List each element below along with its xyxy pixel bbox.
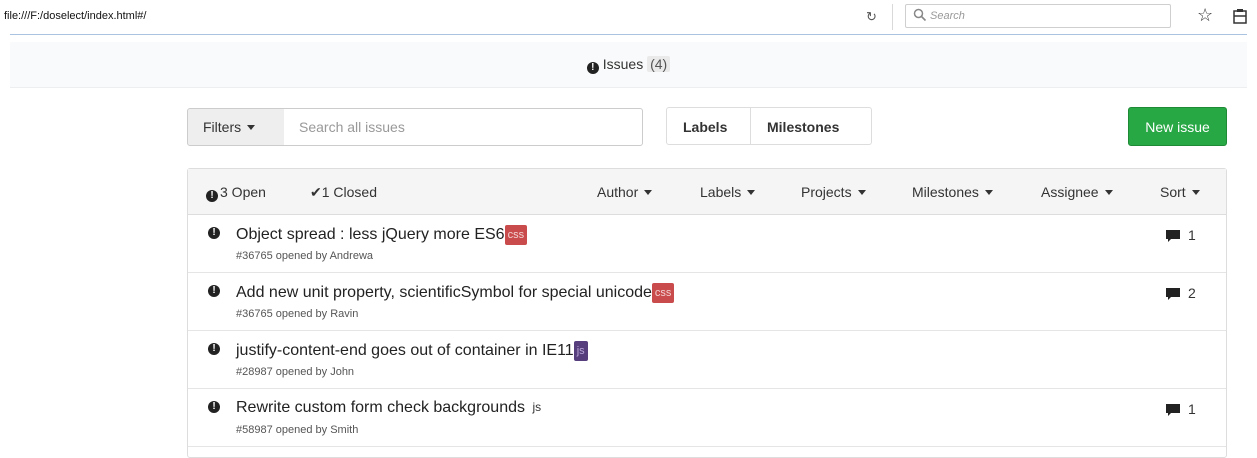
issue-title-link[interactable]: Add new unit property, scientificSymbol … — [236, 283, 675, 303]
reload-icon[interactable]: ↻ — [866, 9, 877, 25]
alert-icon: ! — [206, 190, 218, 202]
toolbar-divider — [892, 4, 893, 30]
alert-icon: ! — [586, 62, 599, 74]
closed-issues-toggle[interactable]: ✔1 Closed — [310, 184, 377, 201]
issue-title: Add new unit property, scientificSymbol … — [236, 284, 652, 301]
comment-count[interactable]: 1 — [1166, 227, 1196, 243]
comment-count-value: 2 — [1188, 285, 1196, 301]
issue-meta: #58987 opened by Smith — [236, 424, 359, 436]
issue-open-icon: ! — [208, 285, 220, 297]
chevron-down-icon — [1104, 190, 1113, 195]
issue-row[interactable]: ! Add new unit property, scientificSymbo… — [188, 273, 1226, 331]
comment-count-value: 1 — [1188, 227, 1196, 243]
toolbar-border — [10, 34, 1247, 35]
filters-button[interactable]: Filters — [187, 108, 285, 146]
comment-icon — [1166, 404, 1180, 416]
projects-dropdown[interactable]: Projects — [801, 184, 866, 200]
page-title: ! Issues (4) — [10, 56, 1247, 74]
bookmark-star-icon[interactable]: ☆ — [1197, 5, 1213, 26]
issue-label-badge[interactable]: js — [529, 400, 541, 414]
issue-label-badge[interactable]: css — [504, 225, 528, 245]
issue-meta: #28987 opened by John — [236, 366, 355, 378]
issue-open-icon: ! — [208, 343, 220, 355]
chevron-down-icon — [1191, 190, 1200, 195]
page-header: ! Issues (4) — [10, 42, 1247, 88]
browser-toolbar: file:///F:/doselect/index.html#/ ↻ Searc… — [0, 0, 1257, 35]
issue-title: justify-content-end goes out of containe… — [236, 342, 574, 359]
comment-icon — [1166, 288, 1180, 300]
browser-search-box[interactable]: Search — [905, 4, 1171, 28]
projects-dropdown-label: Projects — [801, 184, 852, 200]
search-input[interactable] — [284, 108, 643, 146]
labels-milestones-group: Labels Milestones — [666, 107, 872, 145]
author-dropdown[interactable]: Author — [597, 184, 653, 200]
issue-title-link[interactable]: Rewrite custom form check backgrounds js — [236, 399, 541, 417]
issues-list: ! 3 Open ✔1 Closed Author Labels Projects… — [187, 168, 1227, 458]
author-dropdown-label: Author — [597, 184, 639, 200]
issue-title: Rewrite custom form check backgrounds — [236, 399, 530, 416]
comment-count-value: 1 — [1188, 401, 1196, 417]
comment-icon — [1166, 230, 1180, 242]
new-issue-button[interactable]: New issue — [1128, 107, 1227, 146]
check-icon: ✔ — [310, 184, 322, 200]
search-icon — [913, 8, 927, 22]
issue-open-icon: ! — [208, 401, 220, 413]
issue-title-link[interactable]: justify-content-end goes out of containe… — [236, 341, 588, 361]
comment-count[interactable]: 1 — [1166, 401, 1196, 417]
labels-dropdown[interactable]: Labels — [700, 184, 756, 200]
milestones-button[interactable]: Milestones — [751, 107, 872, 145]
issue-row[interactable]: ! Object spread : less jQuery more ES6 cs… — [188, 215, 1226, 273]
issue-title: Object spread : less jQuery more ES6 — [236, 226, 505, 243]
closed-count-label: 1 Closed — [321, 184, 377, 200]
issue-row[interactable]: ! Rewrite custom form check backgrounds … — [188, 389, 1226, 447]
sort-dropdown-label: Sort — [1160, 184, 1186, 200]
chevron-down-icon — [857, 190, 866, 195]
open-count-label: 3 Open — [220, 184, 266, 200]
issue-meta: #36765 opened by Ravin — [236, 308, 359, 320]
issue-title-link[interactable]: Object spread : less jQuery more ES6 css — [236, 225, 528, 245]
chevron-down-icon — [984, 190, 993, 195]
chevron-down-icon — [644, 190, 653, 195]
labels-button[interactable]: Labels — [666, 107, 751, 145]
issue-row[interactable]: ! justify-content-end goes out of contai… — [188, 331, 1226, 389]
chevron-down-icon — [747, 190, 756, 195]
chevron-down-icon — [247, 125, 256, 130]
open-issues-toggle[interactable]: ! 3 Open — [206, 184, 266, 202]
sort-dropdown[interactable]: Sort — [1160, 184, 1200, 200]
milestones-dropdown-label: Milestones — [912, 184, 979, 200]
issues-count-badge: (4) — [647, 56, 671, 72]
issues-list-header: ! 3 Open ✔1 Closed Author Labels Projects… — [188, 169, 1226, 215]
assignee-dropdown-label: Assignee — [1041, 184, 1099, 200]
address-bar[interactable]: file:///F:/doselect/index.html#/ — [4, 10, 146, 22]
issue-open-icon: ! — [208, 227, 220, 239]
comment-count[interactable]: 2 — [1166, 285, 1196, 301]
issue-label-badge[interactable]: js — [573, 341, 588, 361]
filters-label: Filters — [203, 119, 242, 135]
labels-dropdown-label: Labels — [700, 184, 742, 200]
page-title-text: Issues — [602, 56, 644, 72]
issue-meta: #36765 opened by Andrewa — [236, 250, 374, 262]
milestones-dropdown[interactable]: Milestones — [912, 184, 993, 200]
assignee-dropdown[interactable]: Assignee — [1041, 184, 1113, 200]
issue-label-badge[interactable]: css — [651, 283, 675, 303]
clipboard-icon[interactable] — [1233, 8, 1247, 24]
browser-search-placeholder: Search — [930, 10, 965, 22]
